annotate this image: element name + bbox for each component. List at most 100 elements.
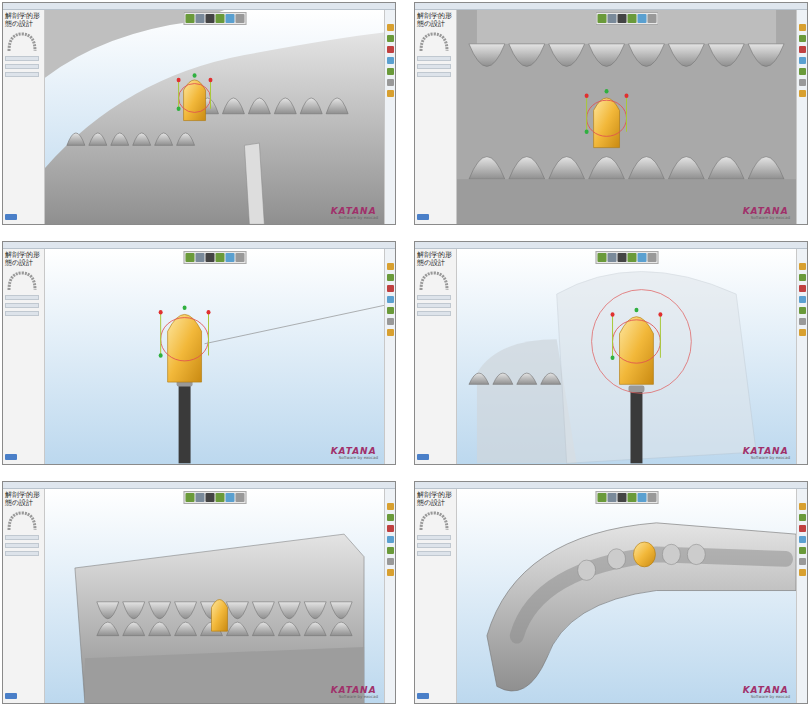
side-tool-icon[interactable]: [387, 329, 394, 336]
panel-row[interactable]: [5, 72, 39, 77]
panel-row[interactable]: [5, 295, 39, 300]
model-scene-icon[interactable]: [45, 10, 384, 224]
tool-icon[interactable]: [647, 253, 656, 262]
tool-icon[interactable]: [205, 253, 214, 262]
side-tool-icon[interactable]: [387, 285, 394, 292]
side-tool-icon[interactable]: [799, 24, 806, 31]
tool-icon[interactable]: [235, 14, 244, 23]
side-tool-icon[interactable]: [387, 68, 394, 75]
next-button[interactable]: [5, 214, 17, 220]
tool-icon[interactable]: [637, 14, 646, 23]
panel-row[interactable]: [5, 303, 39, 308]
tooth-chart-icon[interactable]: [5, 31, 39, 53]
tooth-chart-icon[interactable]: [417, 270, 451, 292]
side-tool-icon[interactable]: [387, 318, 394, 325]
tool-icon[interactable]: [627, 493, 636, 502]
tool-icon[interactable]: [215, 14, 224, 23]
side-tool-icon[interactable]: [387, 35, 394, 42]
tooth-chart-icon[interactable]: [5, 270, 39, 292]
side-tool-icon[interactable]: [799, 79, 806, 86]
side-tool-icon[interactable]: [799, 263, 806, 270]
side-tool-icon[interactable]: [387, 569, 394, 576]
panel-row[interactable]: [417, 551, 451, 556]
tool-icon[interactable]: [597, 493, 606, 502]
tool-icon[interactable]: [607, 493, 616, 502]
viewport[interactable]: KATANASoftware by exocad: [457, 10, 796, 224]
tool-icon[interactable]: [617, 493, 626, 502]
side-tool-icon[interactable]: [387, 274, 394, 281]
tool-icon[interactable]: [225, 493, 234, 502]
side-tool-icon[interactable]: [799, 329, 806, 336]
side-tool-icon[interactable]: [387, 263, 394, 270]
panel-row[interactable]: [417, 56, 451, 61]
tool-icon[interactable]: [185, 14, 194, 23]
side-tool-icon[interactable]: [387, 24, 394, 31]
side-tool-icon[interactable]: [799, 46, 806, 53]
side-tool-icon[interactable]: [387, 547, 394, 554]
side-tool-icon[interactable]: [799, 525, 806, 532]
tool-icon[interactable]: [607, 253, 616, 262]
tool-icon[interactable]: [225, 253, 234, 262]
tool-icon[interactable]: [185, 493, 194, 502]
next-button[interactable]: [417, 693, 429, 699]
side-tool-icon[interactable]: [387, 514, 394, 521]
side-tool-icon[interactable]: [799, 307, 806, 314]
next-button[interactable]: [5, 454, 17, 460]
panel-row[interactable]: [5, 535, 39, 540]
tool-icon[interactable]: [597, 253, 606, 262]
side-tool-icon[interactable]: [799, 558, 806, 565]
side-tool-icon[interactable]: [387, 57, 394, 64]
tool-icon[interactable]: [235, 493, 244, 502]
tool-icon[interactable]: [647, 493, 656, 502]
side-tool-icon[interactable]: [387, 558, 394, 565]
side-tool-icon[interactable]: [387, 296, 394, 303]
side-tool-icon[interactable]: [799, 90, 806, 97]
side-tool-icon[interactable]: [799, 296, 806, 303]
tooth-chart-icon[interactable]: [417, 31, 451, 53]
viewport[interactable]: KATANASoftware by exocad: [45, 489, 384, 703]
side-tool-icon[interactable]: [799, 285, 806, 292]
tool-icon[interactable]: [627, 253, 636, 262]
side-tool-icon[interactable]: [387, 525, 394, 532]
side-tool-icon[interactable]: [799, 503, 806, 510]
tool-icon[interactable]: [205, 493, 214, 502]
model-scene-icon[interactable]: [457, 10, 796, 224]
panel-row[interactable]: [5, 56, 39, 61]
panel-row[interactable]: [417, 543, 451, 548]
panel-row[interactable]: [417, 295, 451, 300]
side-tool-icon[interactable]: [387, 503, 394, 510]
panel-row[interactable]: [5, 551, 39, 556]
side-tool-icon[interactable]: [387, 46, 394, 53]
tool-icon[interactable]: [235, 253, 244, 262]
side-tool-icon[interactable]: [387, 90, 394, 97]
viewport[interactable]: KATANASoftware by exocad: [457, 249, 796, 463]
viewport[interactable]: KATANASoftware by exocad: [457, 489, 796, 703]
tool-icon[interactable]: [597, 14, 606, 23]
next-button[interactable]: [417, 454, 429, 460]
tooth-chart-icon[interactable]: [5, 510, 39, 532]
tool-icon[interactable]: [647, 14, 656, 23]
viewport[interactable]: KATANASoftware by exocad: [45, 249, 384, 463]
tooth-chart-icon[interactable]: [417, 510, 451, 532]
side-tool-icon[interactable]: [387, 536, 394, 543]
model-scene-icon[interactable]: [457, 489, 796, 703]
side-tool-icon[interactable]: [799, 274, 806, 281]
side-tool-icon[interactable]: [799, 536, 806, 543]
panel-row[interactable]: [417, 303, 451, 308]
model-scene-icon[interactable]: [45, 489, 384, 703]
panel-row[interactable]: [417, 64, 451, 69]
panel-row[interactable]: [417, 72, 451, 77]
tool-icon[interactable]: [637, 493, 646, 502]
side-tool-icon[interactable]: [799, 547, 806, 554]
tool-icon[interactable]: [195, 493, 204, 502]
panel-row[interactable]: [5, 64, 39, 69]
tool-icon[interactable]: [215, 493, 224, 502]
tool-icon[interactable]: [637, 253, 646, 262]
side-tool-icon[interactable]: [799, 57, 806, 64]
tool-icon[interactable]: [185, 253, 194, 262]
side-tool-icon[interactable]: [799, 514, 806, 521]
next-button[interactable]: [5, 693, 17, 699]
panel-row[interactable]: [417, 535, 451, 540]
tool-icon[interactable]: [627, 14, 636, 23]
side-tool-icon[interactable]: [799, 35, 806, 42]
